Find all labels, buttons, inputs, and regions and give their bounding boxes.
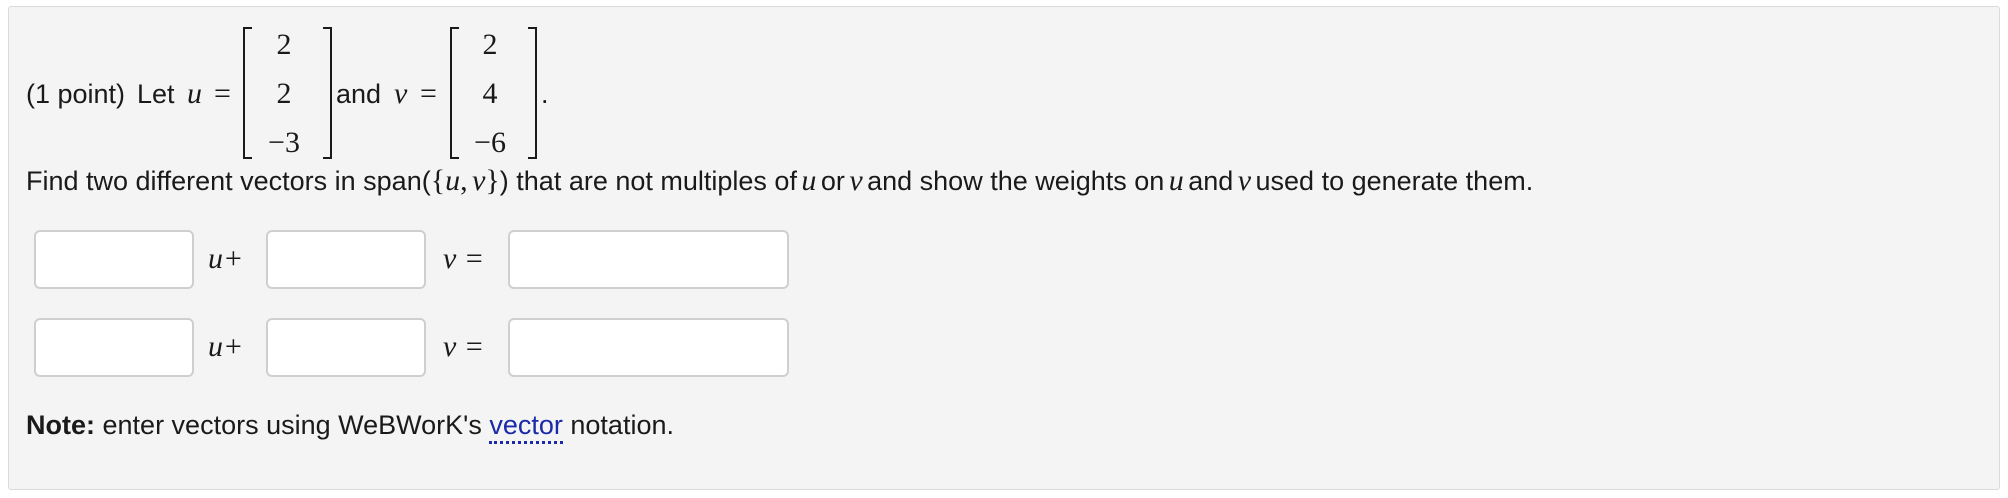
u-entry-2: 2 — [276, 77, 292, 110]
v-equals-label-1: v = — [443, 242, 485, 275]
v-entry-3: −6 — [474, 126, 506, 159]
u-weight-input-1[interactable] — [34, 230, 194, 289]
and-text: and — [336, 79, 382, 109]
note: Note: enter vectors using WeBWorK's vect… — [26, 409, 674, 444]
u-symbol: u — [187, 77, 202, 110]
u-weight-input-2[interactable] — [34, 318, 194, 377]
u-left-bracket — [243, 27, 252, 159]
v-equals-label-2: v = — [443, 330, 485, 363]
note-text: enter vectors using WeBWorK's — [102, 410, 482, 440]
note-label: Note: — [26, 410, 95, 440]
u-entry-3: −3 — [268, 126, 300, 159]
v-symbol: v — [394, 77, 408, 110]
result-vector-input-1[interactable] — [508, 230, 789, 289]
result-vector-input-2[interactable] — [508, 318, 789, 377]
v-right-bracket — [528, 27, 537, 159]
equals-sign: = — [214, 77, 231, 110]
equals-sign: = — [420, 77, 437, 110]
period: . — [541, 79, 549, 109]
v-entry-2: 4 — [482, 77, 498, 110]
problem-panel: (1 point) Let u = 2 2 −3 and v = 2 4 −6 … — [8, 6, 2000, 490]
points-label: (1 point) — [26, 79, 126, 109]
v-weight-input-2[interactable] — [266, 318, 426, 377]
v-entry-1: 2 — [482, 28, 498, 61]
instruction-text: Find two different vectors in span({u, v… — [26, 164, 1534, 197]
let-text: Let — [137, 79, 175, 109]
u-plus-label-2: u+ — [208, 330, 244, 363]
v-weight-input-1[interactable] — [266, 230, 426, 289]
u-right-bracket — [323, 27, 332, 159]
vector-help-link[interactable]: vector — [489, 410, 563, 444]
u-entry-1: 2 — [276, 28, 292, 61]
v-left-bracket — [450, 27, 459, 159]
u-plus-label-1: u+ — [208, 242, 244, 275]
note-text-end: notation. — [570, 410, 674, 440]
